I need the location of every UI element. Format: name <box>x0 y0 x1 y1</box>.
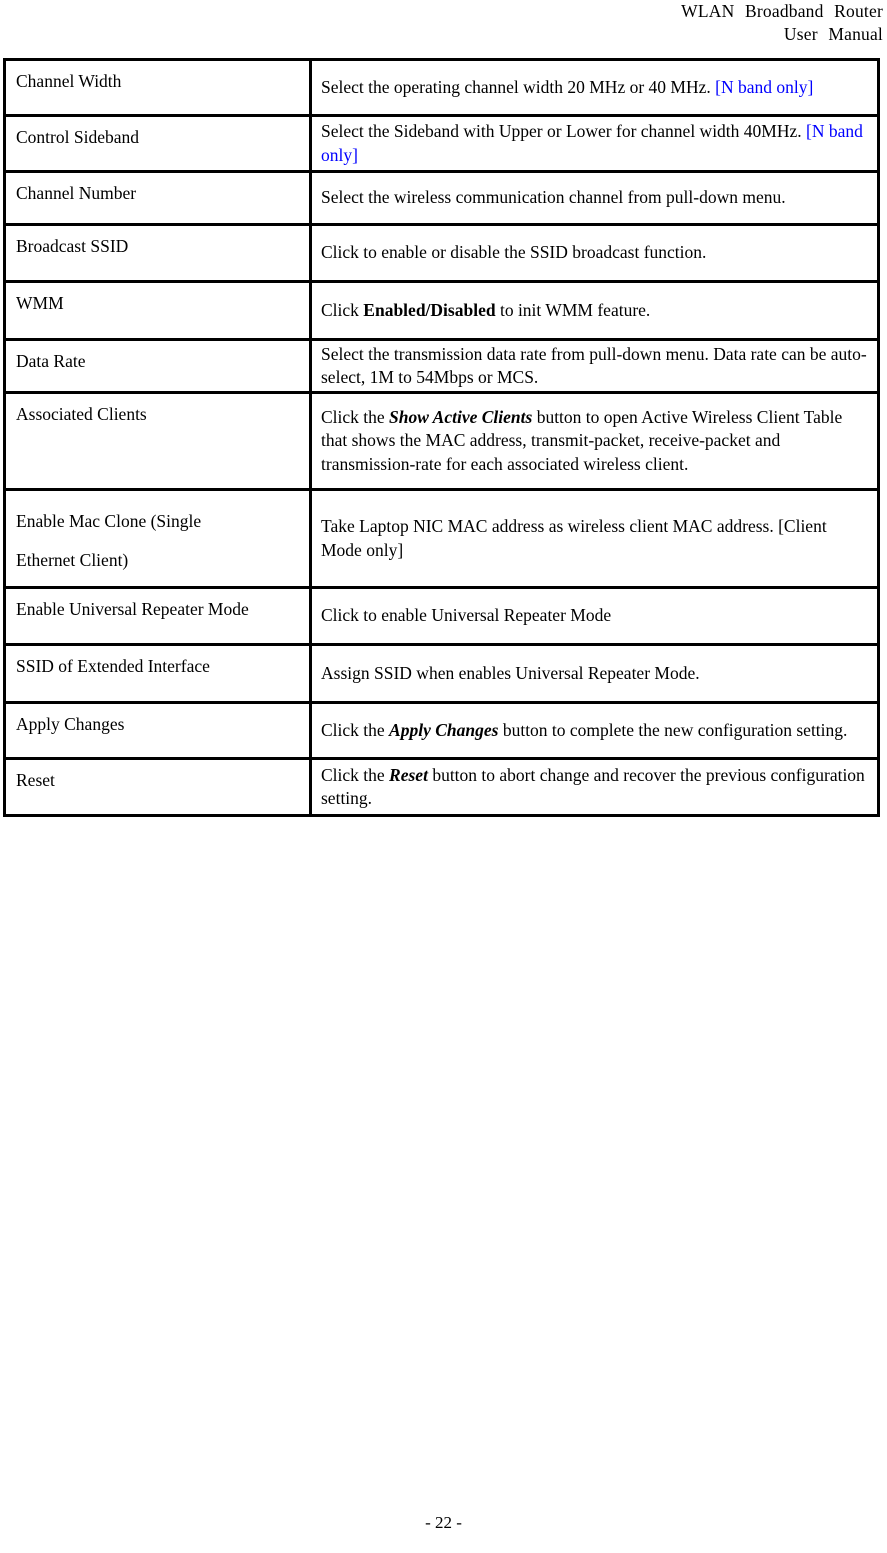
term-cell: Data Rate <box>3 338 312 394</box>
description-cell: Click the Show Active Clients button to … <box>309 391 880 491</box>
header-title-line-1: WLAN Broadband Router <box>681 1 883 21</box>
description-segment: Enabled/Disabled <box>363 299 496 320</box>
description-segment: Click <box>321 299 364 320</box>
description-cell: Assign SSID when enables Universal Repea… <box>309 643 880 704</box>
table-row: WMM Click Enabled/Disabled to init WMM fe… <box>3 280 880 341</box>
description-segment: Assign SSID when enables Universal Repea… <box>321 662 700 683</box>
table-row: Apply Changes Click the Apply Changes but… <box>3 701 880 760</box>
term-label: Associated Clients <box>16 404 147 424</box>
description-text: Select the operating channel width 20 MH… <box>312 76 877 100</box>
description-text: Select the transmission data rate from p… <box>312 343 877 390</box>
description-cell: Select the Sideband with Upper or Lower … <box>309 114 880 173</box>
term-cell: Broadcast SSID <box>3 223 312 283</box>
description-segment: Click the <box>321 406 390 427</box>
term-cell: Apply Changes <box>3 701 312 760</box>
description-segment: to init WMM feature. <box>495 299 651 320</box>
description-text: Click to enable Universal Repeater Mode <box>312 604 877 628</box>
description-cell: Click the Apply Changes button to comple… <box>309 701 880 760</box>
description-segment: Select the wireless communication channe… <box>321 187 786 208</box>
table-row: Broadcast SSID Click to enable or disable… <box>3 223 880 283</box>
term-cell: Reset <box>3 757 312 817</box>
description-text: Assign SSID when enables Universal Repea… <box>312 662 877 686</box>
table-row: Enable Mac Clone (Single Ethernet Client)… <box>3 488 880 589</box>
header-title-line-2: User Manual <box>783 24 883 44</box>
table-row: Channel Width Select the operating channe… <box>3 58 880 117</box>
table-row: Channel Number Select the wireless commun… <box>3 170 880 226</box>
description-text: Select the wireless communication channe… <box>312 186 877 210</box>
page-number: - 22 - <box>425 1513 462 1532</box>
term-label: Channel Width <box>16 71 122 91</box>
term-label: Enable Universal Repeater Mode <box>16 599 249 619</box>
description-segment: Select the transmission data rate from p… <box>321 343 867 388</box>
term-label: Enable Mac Clone (Single Ethernet Client) <box>6 491 309 586</box>
term-cell: Associated Clients <box>3 391 312 491</box>
table-row: Associated Clients Click the Show Active … <box>3 391 880 491</box>
description-segment: Click to enable or disable the SSID broa… <box>321 242 707 263</box>
description-segment: button to complete the new configuration… <box>498 719 848 740</box>
description-text: Click the Reset button to abort change a… <box>312 764 877 811</box>
table-row: SSID of Extended Interface Assign SSID wh… <box>3 643 880 704</box>
term-label: Data Rate <box>16 351 86 371</box>
table-row: Control Sideband Select the Sideband with… <box>3 114 880 173</box>
description-cell: Click the Reset button to abort change a… <box>309 757 880 817</box>
description-segment: Take Laptop NIC MAC address as wireless … <box>321 516 827 560</box>
term-cell: Control Sideband <box>3 114 312 173</box>
term-cell: SSID of Extended Interface <box>3 643 312 704</box>
term-cell: Enable Universal Repeater Mode <box>3 586 312 646</box>
description-cell: Select the wireless communication channe… <box>309 170 880 226</box>
term-label: Reset <box>16 770 55 790</box>
term-label-line-2: Ethernet Client) <box>16 550 129 570</box>
term-label: SSID of Extended Interface <box>16 656 210 676</box>
term-cell: WMM <box>3 280 312 341</box>
term-label: Broadcast SSID <box>16 236 129 256</box>
description-text: Click the Show Active Clients button to … <box>312 406 877 477</box>
wireless-settings-description-table: Channel Width Select the operating channe… <box>3 58 880 817</box>
description-cell: Select the transmission data rate from p… <box>309 338 880 394</box>
table-row: Reset Click the Reset button to abort cha… <box>3 757 880 817</box>
description-segment: Click to enable Universal Repeater Mode <box>321 605 612 626</box>
description-segment: Click the <box>321 719 390 740</box>
page-running-header: WLAN Broadband Router User Manual <box>0 0 887 46</box>
description-cell: Click to enable or disable the SSID broa… <box>309 223 880 283</box>
term-label-line-1: Enable Mac Clone (Single <box>16 511 202 531</box>
description-text: Take Laptop NIC MAC address as wireless … <box>312 515 877 562</box>
description-cell: Click Enabled/Disabled to init WMM featu… <box>309 280 880 341</box>
description-segment: Select the operating channel width 20 MH… <box>321 76 711 97</box>
description-text: Select the Sideband with Upper or Lower … <box>312 120 877 167</box>
term-cell: Channel Width <box>3 58 312 117</box>
description-text: Click Enabled/Disabled to init WMM featu… <box>312 299 877 323</box>
table-body: Channel Width Select the operating channe… <box>3 58 880 817</box>
description-segment: Apply Changes <box>389 719 499 740</box>
term-label: Control Sideband <box>16 127 139 147</box>
description-text: Click to enable or disable the SSID broa… <box>312 241 877 265</box>
description-segment: Click the <box>321 764 390 785</box>
description-segment: Show Active Clients <box>389 406 533 427</box>
description-cell: Click to enable Universal Repeater Mode <box>309 586 880 646</box>
term-label: Channel Number <box>16 183 137 203</box>
term-cell: Enable Mac Clone (Single Ethernet Client) <box>3 488 312 589</box>
description-cell: Take Laptop NIC MAC address as wireless … <box>309 488 880 589</box>
term-label: WMM <box>16 293 64 313</box>
table-row: Data Rate Select the transmission data ra… <box>3 338 880 394</box>
page-number-footer: - 22 - <box>0 1512 887 1534</box>
description-segment: Reset <box>389 764 428 785</box>
description-cell: Select the operating channel width 20 MH… <box>309 58 880 117</box>
table-row: Enable Universal Repeater Mode Click to e… <box>3 586 880 646</box>
description-segment: Select the Sideband with Upper or Lower … <box>321 121 807 141</box>
description-text: Click the Apply Changes button to comple… <box>312 719 877 743</box>
term-cell: Channel Number <box>3 170 312 226</box>
description-segment: [N band only] <box>715 76 814 97</box>
term-label: Apply Changes <box>16 714 125 734</box>
